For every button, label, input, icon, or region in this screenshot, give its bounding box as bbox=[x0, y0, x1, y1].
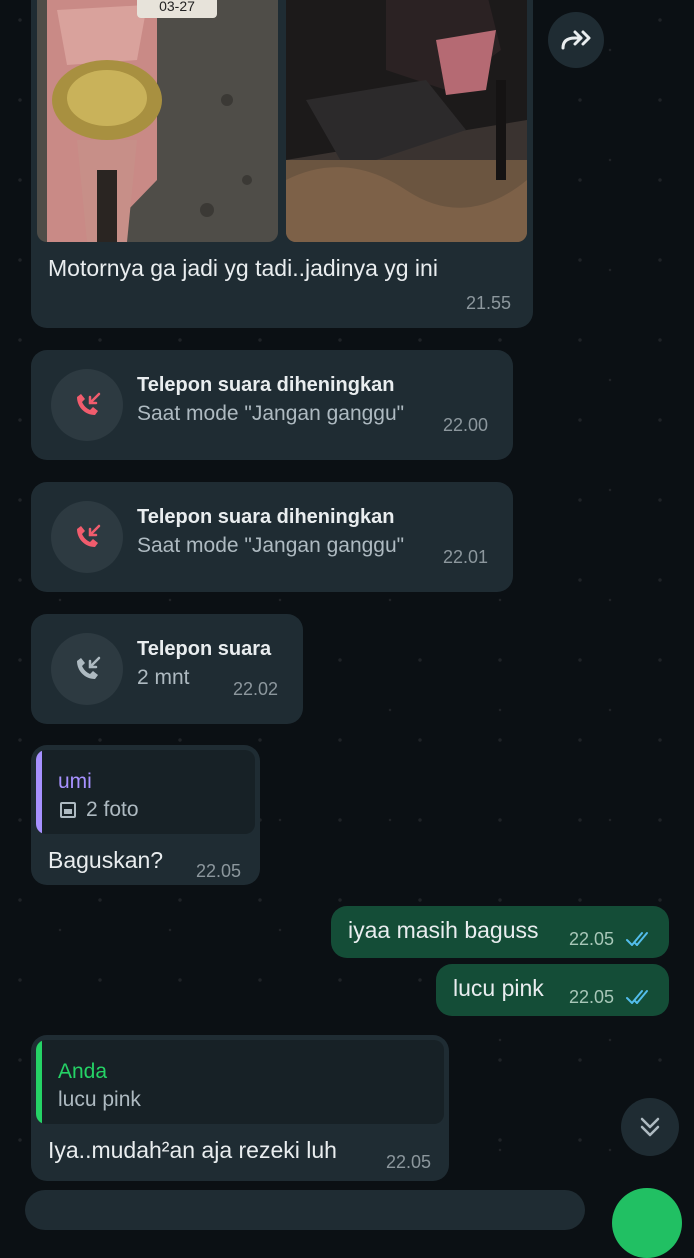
message-time: 22.05 bbox=[196, 861, 242, 881]
message-time: 21.55 bbox=[466, 293, 512, 313]
reply-message-bubble[interactable]: Anda lucu pink Iya..mudah²an aja rezeki … bbox=[31, 1035, 449, 1181]
license-plate-text: 03-27 bbox=[159, 0, 195, 14]
outgoing-message-bubble[interactable]: iyaa masih baguss 22.05 bbox=[331, 906, 669, 958]
quoted-message[interactable]: umi 2 foto bbox=[36, 750, 255, 834]
forward-button[interactable] bbox=[548, 12, 604, 68]
missed-call-icon bbox=[77, 524, 101, 547]
message-text: Iya..mudah²an aja rezeki luh bbox=[48, 1137, 337, 1163]
message-text: Baguskan? bbox=[48, 847, 164, 873]
call-icon-circle bbox=[51, 369, 123, 441]
quote-bar bbox=[36, 1040, 42, 1124]
call-subtitle: Saat mode "Jangan ganggu" bbox=[137, 402, 405, 425]
quoted-message[interactable]: Anda lucu pink bbox=[36, 1040, 444, 1124]
missed-call-icon bbox=[77, 392, 101, 415]
motorbike-photo-2[interactable] bbox=[286, 0, 527, 242]
chevron-double-down-icon bbox=[640, 1117, 660, 1137]
call-subtitle: Saat mode "Jangan ganggu" bbox=[137, 534, 405, 557]
message-text: iyaa masih baguss bbox=[348, 917, 539, 943]
photo-icon bbox=[60, 802, 76, 818]
message-time: 22.05 bbox=[569, 929, 615, 949]
call-title: Telepon suara diheningkan bbox=[137, 374, 395, 396]
message-time: 22.05 bbox=[569, 987, 615, 1007]
call-icon-circle bbox=[51, 633, 123, 705]
quote-author: Anda bbox=[58, 1060, 108, 1083]
photo-message-bubble[interactable]: 03-27 Motornya ga jadi yg tadi..jadinya … bbox=[31, 0, 533, 328]
outgoing-message-bubble[interactable]: lucu pink 22.05 bbox=[436, 964, 669, 1016]
call-message-bubble[interactable]: Telepon suara diheningkan Saat mode "Jan… bbox=[31, 350, 513, 460]
message-time: 22.00 bbox=[443, 415, 489, 435]
forward-icon bbox=[561, 30, 591, 50]
call-title: Telepon suara bbox=[137, 638, 272, 660]
message-time: 22.02 bbox=[233, 679, 279, 699]
fab-button[interactable] bbox=[612, 1188, 682, 1258]
call-message-bubble[interactable]: Telepon suara 2 mnt 22.02 bbox=[31, 614, 303, 724]
scroll-to-bottom-button[interactable] bbox=[621, 1098, 679, 1156]
photo-caption: Motornya ga jadi yg tadi..jadinya yg ini bbox=[48, 255, 438, 281]
quote-author: umi bbox=[58, 770, 92, 793]
quote-text: 2 foto bbox=[86, 798, 139, 821]
message-time: 22.05 bbox=[386, 1152, 432, 1172]
message-time: 22.01 bbox=[443, 547, 489, 567]
incoming-call-icon bbox=[77, 656, 101, 679]
call-title: Telepon suara diheningkan bbox=[137, 506, 395, 528]
double-check-icon bbox=[626, 932, 648, 946]
message-text: lucu pink bbox=[453, 975, 544, 1001]
quote-bar bbox=[36, 750, 42, 834]
quote-text: lucu pink bbox=[58, 1088, 141, 1111]
motorbike-photo-1[interactable]: 03-27 bbox=[37, 0, 278, 242]
message-input-bar[interactable] bbox=[25, 1190, 585, 1230]
call-icon-circle bbox=[51, 501, 123, 573]
double-check-icon bbox=[626, 990, 648, 1004]
call-message-bubble[interactable]: Telepon suara diheningkan Saat mode "Jan… bbox=[31, 482, 513, 592]
call-subtitle: 2 mnt bbox=[137, 666, 190, 689]
reply-message-bubble[interactable]: umi 2 foto Baguskan? 22.05 bbox=[31, 745, 260, 885]
